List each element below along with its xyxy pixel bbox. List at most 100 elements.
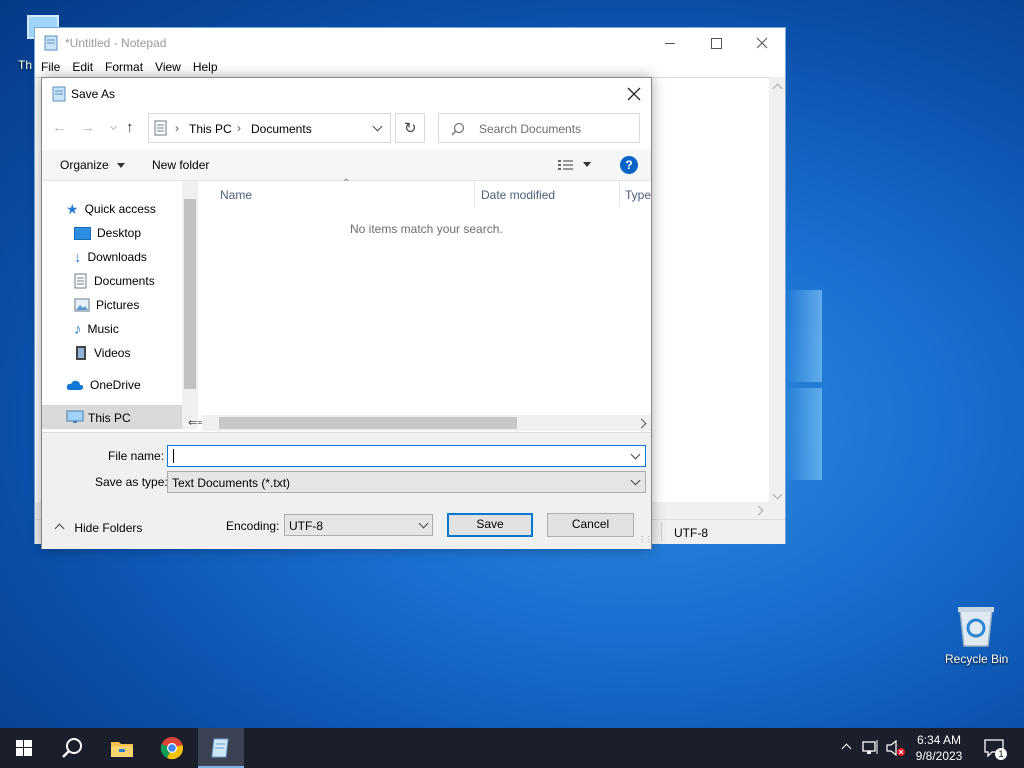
help-button[interactable]: ?: [620, 156, 638, 174]
nav-pictures[interactable]: Pictures 📌: [74, 293, 198, 317]
column-divider: [474, 181, 475, 207]
scroll-down-arrow[interactable]: [772, 489, 783, 500]
search-placeholder: Search Documents: [479, 122, 582, 136]
volume-muted-icon[interactable]: [886, 740, 906, 756]
refresh-button[interactable]: ↻: [395, 113, 425, 143]
clock-time: 6:34 AM: [916, 733, 962, 747]
nav-label: Documents: [94, 274, 155, 288]
music-note-icon: ♪: [74, 320, 82, 338]
desktop-folder-icon: [74, 226, 91, 240]
nav-documents[interactable]: Documents 📌: [74, 269, 198, 293]
nav-scroll-thumb[interactable]: [184, 199, 196, 389]
nav-scrollbar[interactable]: [182, 181, 198, 429]
empty-message: No items match your search.: [350, 222, 503, 236]
taskbar-notepad[interactable]: [198, 728, 244, 768]
search-box[interactable]: Search Documents: [438, 113, 640, 143]
column-header-date-modified[interactable]: Date modified: [481, 188, 555, 202]
up-button[interactable]: ↑: [126, 118, 144, 138]
nav-label: Pictures: [96, 298, 140, 312]
folder-icon: [111, 742, 133, 757]
nav-this-pc-row[interactable]: This PC: [42, 405, 182, 429]
scroll-right-arrow[interactable]: [636, 418, 647, 429]
address-dropdown-icon[interactable]: [372, 121, 383, 132]
recycle-bin-icon: [958, 607, 994, 647]
address-bar[interactable]: › This PC › Documents: [148, 113, 391, 143]
nav-label: Quick access: [84, 202, 156, 216]
minimize-button[interactable]: [647, 28, 693, 58]
hide-folders-button[interactable]: Hide Folders: [54, 521, 142, 535]
clock[interactable]: 6:34 AM 9/8/2023: [912, 732, 966, 764]
scroll-up-arrow[interactable]: [772, 83, 783, 94]
nav-music[interactable]: ♪ Music: [74, 317, 198, 341]
notepad-app-icon: [44, 35, 58, 51]
nav-desktop[interactable]: Desktop 📌: [74, 221, 198, 245]
notepad-title: *Untitled - Notepad: [65, 36, 167, 50]
file-name-input[interactable]: [167, 445, 646, 467]
breadcrumb-separator: ›: [175, 121, 179, 135]
save-as-type-label: Save as type:: [95, 475, 168, 489]
navigation-pane: ★ Quick access Desktop 📌 ↓ Downloads 📌 D…: [42, 181, 198, 407]
search-button[interactable]: [48, 728, 96, 768]
nav-videos[interactable]: Videos: [74, 341, 198, 365]
encoding-select[interactable]: UTF-8: [284, 514, 433, 536]
column-header-type[interactable]: Type: [625, 188, 651, 202]
nav-label: This PC: [88, 411, 131, 425]
desktop-icon-recycle-bin[interactable]: Recycle Bin: [940, 600, 1012, 670]
save-as-type-value: Text Documents (*.txt): [172, 476, 291, 490]
file-list-horizontal-scrollbar[interactable]: [202, 415, 651, 431]
scroll-thumb[interactable]: [219, 417, 517, 429]
clock-date: 9/8/2023: [915, 749, 963, 763]
menu-edit[interactable]: Edit: [66, 57, 99, 77]
taskbar-file-explorer[interactable]: [98, 728, 146, 768]
network-icon[interactable]: [862, 740, 880, 756]
save-button[interactable]: Save: [447, 513, 533, 537]
taskbar-chrome[interactable]: [148, 728, 196, 768]
menu-format[interactable]: Format: [99, 57, 149, 77]
file-name-dropdown-icon[interactable]: [630, 449, 641, 460]
notepad-icon: [211, 738, 229, 758]
sort-indicator-icon: ⌃: [342, 178, 351, 189]
organize-button[interactable]: Organize: [60, 158, 126, 172]
column-header-name[interactable]: Name: [220, 188, 252, 202]
show-hidden-icons-button[interactable]: [841, 743, 852, 754]
back-button[interactable]: ←: [52, 118, 70, 138]
breadcrumb-this-pc[interactable]: This PC: [189, 122, 232, 136]
status-divider: [661, 523, 662, 541]
file-name-label: File name:: [108, 449, 165, 463]
save-as-type-select[interactable]: Text Documents (*.txt): [167, 471, 646, 493]
download-arrow-icon: ↓: [74, 248, 82, 266]
taskbar: 6:34 AM 9/8/2023 1: [0, 728, 1024, 768]
nav-label: Downloads: [87, 250, 147, 264]
notepad-title-bar[interactable]: *Untitled - Notepad: [35, 28, 785, 58]
new-folder-button[interactable]: New folder: [152, 158, 209, 172]
start-button[interactable]: [0, 728, 48, 768]
maximize-button[interactable]: [693, 28, 739, 58]
recent-locations-button[interactable]: [109, 122, 118, 131]
nav-label: Desktop: [97, 226, 142, 240]
menu-file[interactable]: File: [35, 57, 66, 77]
save-as-dialog: Save As ← → ↑ › This PC › Documents ↻ Se…: [41, 77, 653, 549]
windows-logo-icon: [16, 740, 32, 756]
file-list-area[interactable]: No items match your search.: [202, 207, 651, 415]
menu-view[interactable]: View: [149, 57, 187, 77]
forward-button[interactable]: →: [80, 118, 98, 138]
nav-downloads[interactable]: ↓ Downloads 📌: [74, 245, 198, 269]
column-divider: [619, 181, 620, 207]
nav-label: Videos: [94, 346, 131, 360]
nav-quick-access[interactable]: ★ Quick access: [66, 197, 198, 221]
notepad-vertical-scrollbar[interactable]: [769, 77, 785, 502]
menu-help[interactable]: Help: [187, 57, 224, 77]
cancel-button[interactable]: Cancel: [547, 513, 634, 537]
hide-folders-label: Hide Folders: [74, 521, 143, 535]
dialog-title-bar[interactable]: Save As: [42, 78, 651, 108]
status-encoding: UTF-8: [674, 526, 708, 540]
wallpaper-beam: [786, 388, 822, 480]
breadcrumb-documents[interactable]: Documents: [251, 122, 312, 136]
close-button[interactable]: [739, 28, 785, 58]
view-options-button[interactable]: [557, 157, 597, 173]
refresh-icon: ↻: [404, 120, 417, 137]
dialog-close-button[interactable]: [622, 83, 646, 105]
action-center-button[interactable]: 1: [978, 728, 1018, 768]
nav-onedrive[interactable]: OneDrive: [66, 373, 198, 397]
scroll-right-arrow[interactable]: [753, 505, 764, 516]
